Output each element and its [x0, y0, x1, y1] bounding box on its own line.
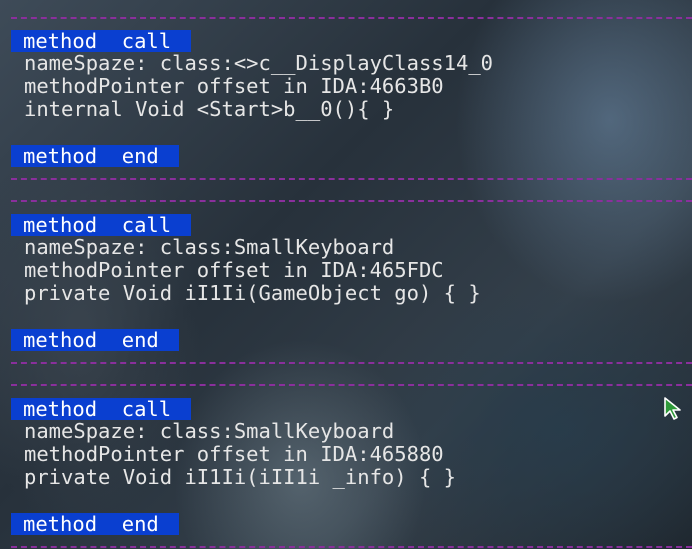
method-signature-line: internal Void <Start>b__0(){ } [24, 97, 395, 121]
method-pointer-line: methodPointer offset in IDA:4663B0 [24, 74, 444, 98]
cursor-arrow-icon [664, 397, 681, 420]
method-end-footer: method end [11, 145, 179, 167]
namespace-line: nameSpaze: class:<>c__DisplayClass14_0 [24, 51, 493, 75]
method-signature-line: private Void iI1Ii(GameObject go) { } [24, 281, 481, 305]
separator-line [11, 546, 692, 548]
method-end-footer: method end [11, 329, 179, 351]
method-pointer-line: methodPointer offset in IDA:465FDC [24, 258, 444, 282]
console-output: method call nameSpaze: class:<>c__Displa… [0, 0, 692, 549]
method-pointer-line: methodPointer offset in IDA:465880 [24, 442, 444, 466]
method-call-header: method call [11, 398, 191, 420]
namespace-line: nameSpaze: class:SmallKeyboard [24, 419, 395, 443]
separator-line [11, 178, 692, 180]
method-end-footer: method end [11, 513, 179, 535]
separator-line [11, 362, 692, 364]
method-call-header: method call [11, 214, 191, 236]
method-signature-line: private Void iI1Ii(iII1i _info) { } [24, 465, 456, 489]
separator-line [11, 17, 692, 19]
separator-line [11, 384, 692, 386]
method-call-header: method call [11, 30, 191, 52]
separator-line [11, 200, 692, 202]
namespace-line: nameSpaze: class:SmallKeyboard [24, 235, 395, 259]
